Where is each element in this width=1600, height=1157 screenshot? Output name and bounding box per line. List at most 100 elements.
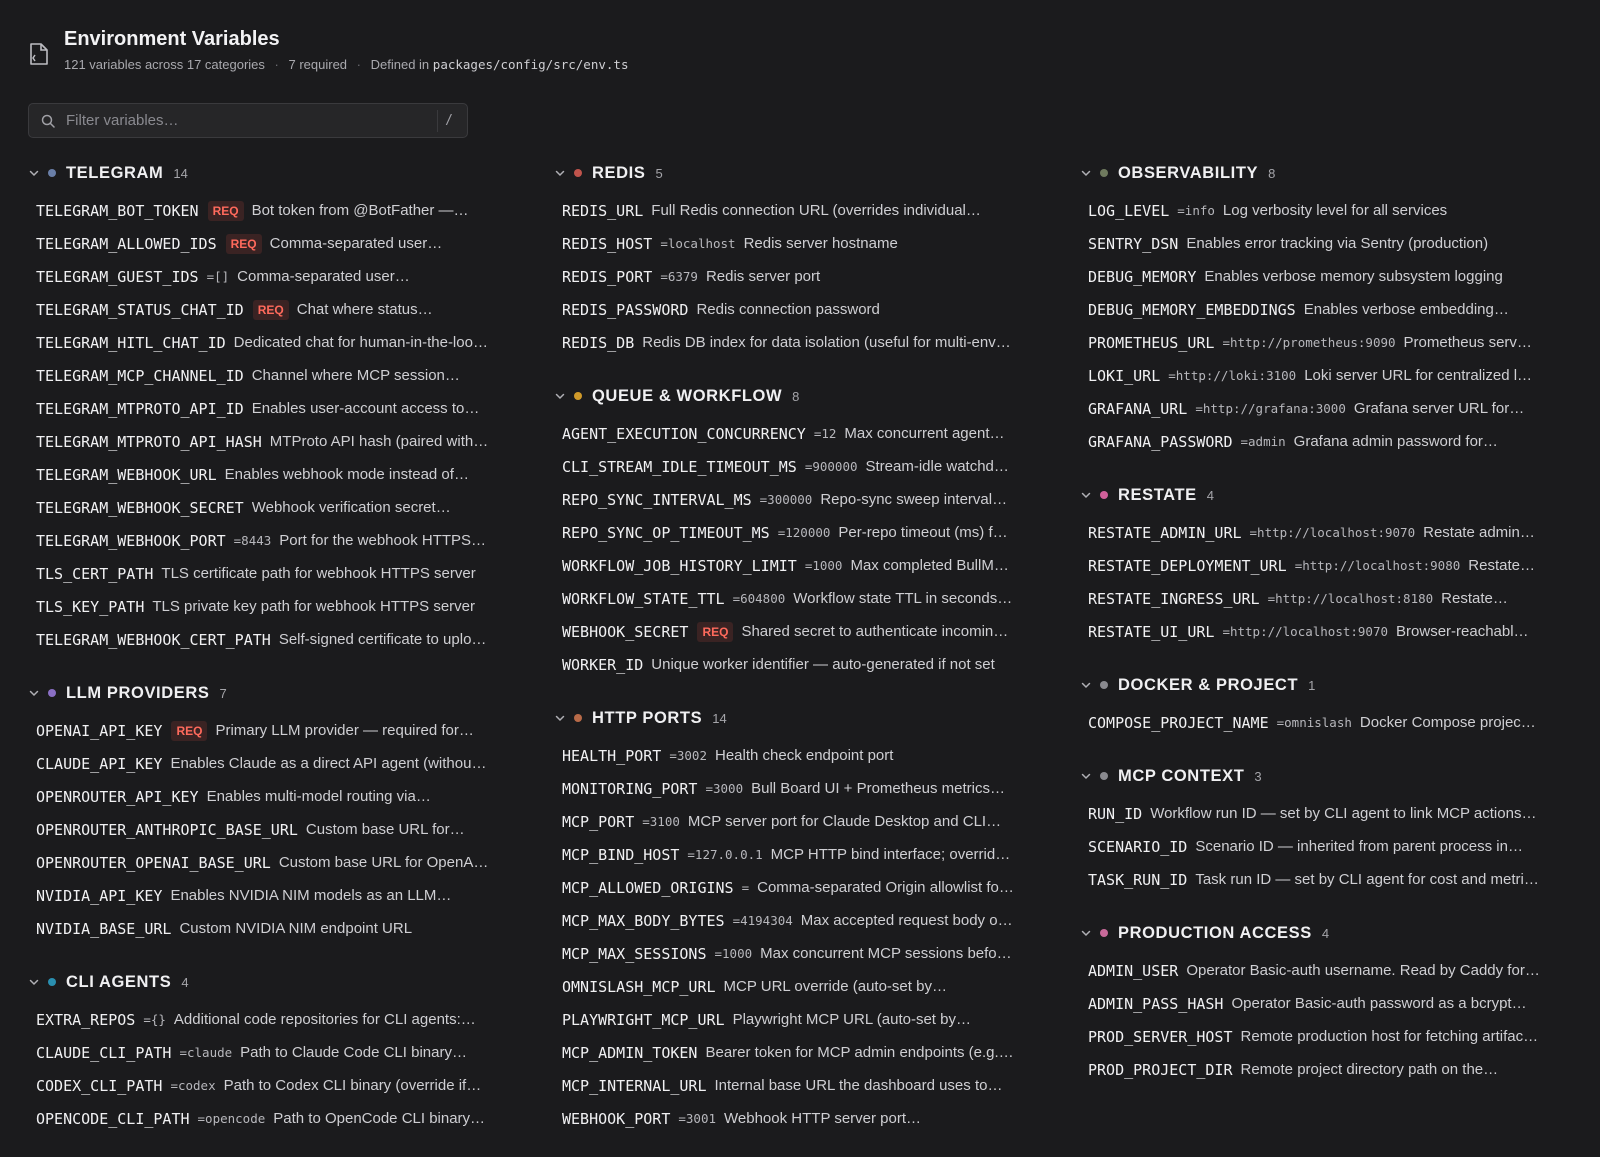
variable-row[interactable]: TELEGRAM_BOT_TOKEN REQ Bot token from @Bot… (36, 194, 528, 227)
variable-row[interactable]: MONITORING_PORT =3000 Bull Board UI + Prom… (562, 772, 1054, 805)
defined-in-path: packages/config/src/env.ts (432, 57, 629, 72)
variable-row[interactable]: MCP_ADMIN_TOKEN Bearer token for MCP admi… (562, 1036, 1054, 1069)
variable-row[interactable]: MCP_BIND_HOST =127.0.0.1 MCP HTTP bind int… (562, 838, 1054, 871)
category-header[interactable]: RESTATE 4 (1080, 480, 1580, 510)
variable-row[interactable]: TELEGRAM_MTPROTO_API_HASH MTProto API has… (36, 425, 528, 458)
variable-row[interactable]: PLAYWRIGHT_MCP_URL Playwright MCP URL (au… (562, 1003, 1054, 1036)
variable-row[interactable]: OPENROUTER_ANTHROPIC_BASE_URL Custom base… (36, 813, 528, 846)
variable-row[interactable]: GRAFANA_PASSWORD =admin Grafana admin pass… (1088, 425, 1580, 458)
variable-row[interactable]: TASK_RUN_ID Task run ID — set by CLI agen… (1088, 863, 1580, 896)
category-header[interactable]: HTTP PORTS 14 (554, 703, 1054, 733)
variable-row[interactable]: TLS_CERT_PATH TLS certificate path for we… (36, 557, 528, 590)
variable-row[interactable]: TELEGRAM_STATUS_CHAT_ID REQ Chat where sta… (36, 293, 528, 326)
variable-row[interactable]: CLAUDE_CLI_PATH =claude Path to Claude Cod… (36, 1036, 528, 1069)
variable-row[interactable]: CLAUDE_API_KEY Enables Claude as a direct… (36, 747, 528, 780)
variable-row[interactable]: EXTRA_REPOS ={} Additional code repositori… (36, 1003, 528, 1036)
variable-row[interactable]: TELEGRAM_WEBHOOK_URL Enables webhook mode… (36, 458, 528, 491)
variable-row[interactable]: WORKER_ID Unique worker identifier — auto… (562, 648, 1054, 681)
variable-row[interactable]: WEBHOOK_PORT =3001 Webhook HTTP server por… (562, 1102, 1054, 1135)
variable-description: MCP server port for Claude Desktop and C… (687, 813, 1002, 830)
variable-row[interactable]: WORKFLOW_STATE_TTL =604800 Workflow state … (562, 582, 1054, 615)
category-header[interactable]: QUEUE & WORKFLOW 8 (554, 381, 1054, 411)
category-redis: REDIS 5 REDIS_URL Full Redis connection URL… (554, 158, 1054, 359)
variable-row[interactable]: WEBHOOK_SECRET REQ Shared secret to authen… (562, 615, 1054, 648)
variable-description: Max concurrent MCP sessions befo… (760, 945, 1012, 962)
variable-row[interactable]: SCENARIO_ID Scenario ID — inherited from … (1088, 830, 1580, 863)
variable-row[interactable]: TELEGRAM_WEBHOOK_CERT_PATH Self-signed ce… (36, 623, 528, 656)
variable-row[interactable]: TELEGRAM_HITL_CHAT_ID Dedicated chat for … (36, 326, 528, 359)
variable-row[interactable]: REDIS_PASSWORD Redis connection password (562, 293, 1054, 326)
variable-row[interactable]: REDIS_URL Full Redis connection URL (over… (562, 194, 1054, 227)
variable-row[interactable]: MCP_ALLOWED_ORIGINS = Comma-separated Orig… (562, 871, 1054, 904)
variable-name: PROMETHEUS_URL (1088, 333, 1215, 352)
variable-row[interactable]: GRAFANA_URL =http://grafana:3000 Grafana s… (1088, 392, 1580, 425)
variable-row[interactable]: RESTATE_UI_URL =http://localhost:9070 Brow… (1088, 615, 1580, 648)
category-header[interactable]: LLM PROVIDERS 7 (28, 678, 528, 708)
category-header[interactable]: PRODUCTION ACCESS 4 (1080, 918, 1580, 948)
variable-row[interactable]: ADMIN_USER Operator Basic-auth username. … (1088, 954, 1580, 987)
variable-row[interactable]: OPENAI_API_KEY REQ Primary LLM provider — … (36, 714, 528, 747)
variable-row[interactable]: REPO_SYNC_INTERVAL_MS =300000 Repo-sync sw… (562, 483, 1054, 516)
variable-row[interactable]: MCP_INTERNAL_URL Internal base URL the da… (562, 1069, 1054, 1102)
variable-row[interactable]: MCP_MAX_SESSIONS =1000 Max concurrent MCP … (562, 937, 1054, 970)
variable-row[interactable]: CLI_STREAM_IDLE_TIMEOUT_MS =900000 Stream-… (562, 450, 1054, 483)
variable-default: =opencode (197, 1111, 266, 1126)
variable-row[interactable]: OMNISLASH_MCP_URL MCP URL override (auto-… (562, 970, 1054, 1003)
variable-row[interactable]: DEBUG_MEMORY Enables verbose memory subsy… (1088, 260, 1580, 293)
variable-row[interactable]: MCP_PORT =3100 MCP server port for Claude … (562, 805, 1054, 838)
variable-row[interactable]: PROD_SERVER_HOST Remote production host f… (1088, 1020, 1580, 1053)
variable-row[interactable]: TELEGRAM_MCP_CHANNEL_ID Channel where MCP… (36, 359, 528, 392)
category-observability: OBSERVABILITY 8 LOG_LEVEL =info Log verbosit… (1080, 158, 1580, 458)
category-color-dot (1100, 772, 1108, 780)
variable-row[interactable]: RUN_ID Workflow run ID — set by CLI agent… (1088, 797, 1580, 830)
variable-description: Redis connection password (696, 301, 880, 318)
variable-row[interactable]: REPO_SYNC_OP_TIMEOUT_MS =120000 Per-repo t… (562, 516, 1054, 549)
variable-row[interactable]: REDIS_HOST =localhost Redis server hostnam… (562, 227, 1054, 260)
category-header[interactable]: REDIS 5 (554, 158, 1054, 188)
variable-row[interactable]: TLS_KEY_PATH TLS private key path for web… (36, 590, 528, 623)
category-header[interactable]: TELEGRAM 14 (28, 158, 528, 188)
variable-row[interactable]: TELEGRAM_WEBHOOK_SECRET Webhook verificat… (36, 491, 528, 524)
variable-row[interactable]: TELEGRAM_MTPROTO_API_ID Enables user-acco… (36, 392, 528, 425)
variable-row[interactable]: RESTATE_INGRESS_URL =http://localhost:818… (1088, 582, 1580, 615)
variable-row[interactable]: PROD_PROJECT_DIR Remote project directory… (1088, 1053, 1580, 1086)
variable-row[interactable]: OPENROUTER_OPENAI_BASE_URL Custom base UR… (36, 846, 528, 879)
variable-name: HEALTH_PORT (562, 746, 662, 765)
variable-row[interactable]: MCP_MAX_BODY_BYTES =4194304 Max accepted r… (562, 904, 1054, 937)
variable-row[interactable]: AGENT_EXECUTION_CONCURRENCY =12 Max concur… (562, 417, 1054, 450)
variable-row[interactable]: LOG_LEVEL =info Log verbosity level for al… (1088, 194, 1580, 227)
variable-row[interactable]: RESTATE_DEPLOYMENT_URL =http://localhost:… (1088, 549, 1580, 582)
variable-row[interactable]: COMPOSE_PROJECT_NAME =omnislash Docker Com… (1088, 706, 1580, 739)
variable-description: MCP HTTP bind interface; overrid… (770, 846, 1011, 863)
variable-row[interactable]: TELEGRAM_ALLOWED_IDS REQ Comma-separated u… (36, 227, 528, 260)
variable-name: AGENT_EXECUTION_CONCURRENCY (562, 424, 806, 443)
variable-row[interactable]: RESTATE_ADMIN_URL =http://localhost:9070 R… (1088, 516, 1580, 549)
variable-row[interactable]: OPENCODE_CLI_PATH =opencode Path to OpenCo… (36, 1102, 528, 1135)
variable-row[interactable]: CODEX_CLI_PATH =codex Path to Codex CLI bi… (36, 1069, 528, 1102)
variable-row[interactable]: TELEGRAM_WEBHOOK_PORT =8443 Port for the w… (36, 524, 528, 557)
variable-row[interactable]: ADMIN_PASS_HASH Operator Basic-auth passw… (1088, 987, 1580, 1020)
category-header[interactable]: OBSERVABILITY 8 (1080, 158, 1580, 188)
variable-row[interactable]: NVIDIA_API_KEY Enables NVIDIA NIM models … (36, 879, 528, 912)
variable-row[interactable]: LOKI_URL =http://loki:3100 Loki server URL… (1088, 359, 1580, 392)
variable-row[interactable]: PROMETHEUS_URL =http://prometheus:9090 Pro… (1088, 326, 1580, 359)
variable-row[interactable]: REDIS_PORT =6379 Redis server port (562, 260, 1054, 293)
variable-row[interactable]: NVIDIA_BASE_URL Custom NVIDIA NIM endpoin… (36, 912, 528, 945)
variable-row[interactable]: REDIS_DB Redis DB index for data isolatio… (562, 326, 1054, 359)
variable-row[interactable]: SENTRY_DSN Enables error tracking via Sen… (1088, 227, 1580, 260)
variable-description: Custom NVIDIA NIM endpoint URL (179, 920, 413, 937)
category-header[interactable]: MCP CONTEXT 3 (1080, 761, 1580, 791)
category-name: DOCKER & PROJECT (1118, 675, 1299, 694)
variable-row[interactable]: HEALTH_PORT =3002 Health check endpoint po… (562, 739, 1054, 772)
category-color-dot (1100, 169, 1108, 177)
variable-row[interactable]: OPENROUTER_API_KEY Enables multi-model ro… (36, 780, 528, 813)
filter-search-box[interactable]: / (28, 103, 468, 138)
category-count: 14 (712, 710, 727, 726)
variable-row[interactable]: TELEGRAM_GUEST_IDS =[] Comma-separated use… (36, 260, 528, 293)
filter-input[interactable] (64, 111, 437, 130)
variable-row[interactable]: WORKFLOW_JOB_HISTORY_LIMIT =1000 Max compl… (562, 549, 1054, 582)
category-header[interactable]: CLI AGENTS 4 (28, 967, 528, 997)
variable-row[interactable]: DEBUG_MEMORY_EMBEDDINGS Enables verbose e… (1088, 293, 1580, 326)
category-header[interactable]: DOCKER & PROJECT 1 (1080, 670, 1580, 700)
variable-description: Repo-sync sweep interval… (820, 491, 1008, 508)
